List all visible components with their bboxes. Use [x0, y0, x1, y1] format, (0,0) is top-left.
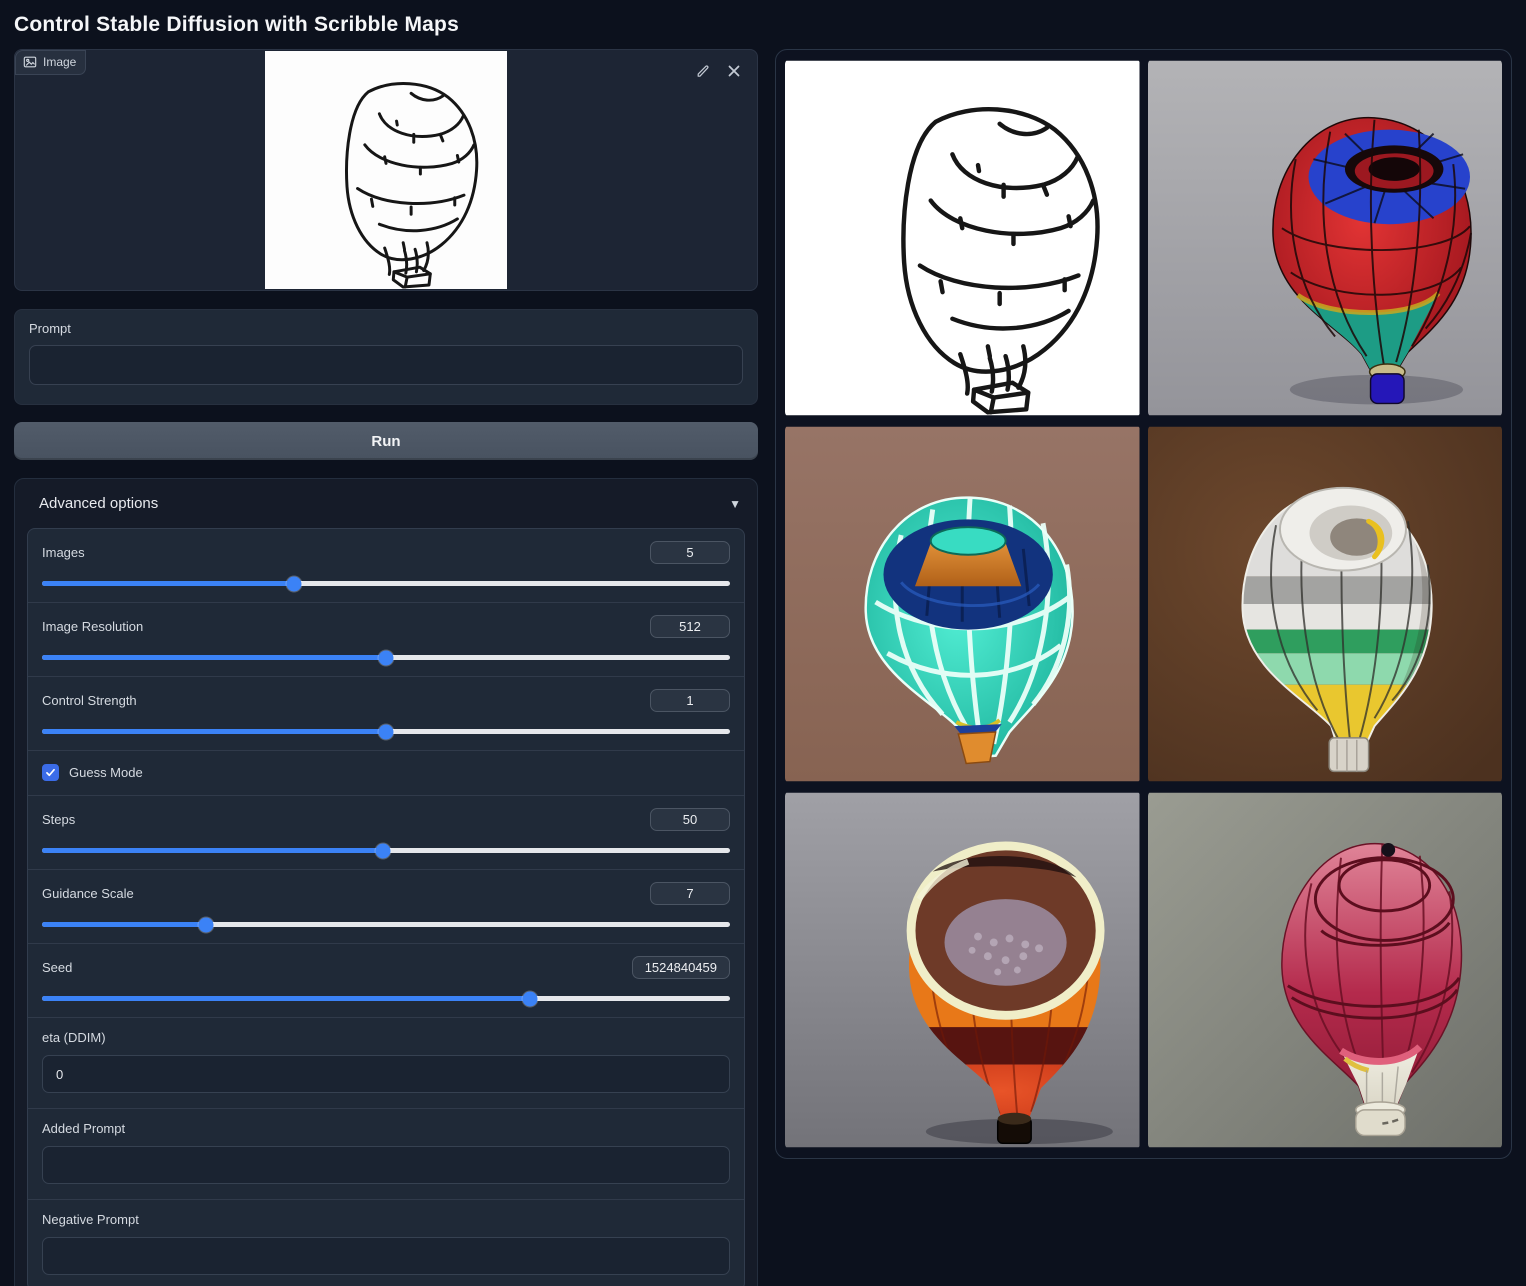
eta-ddim-row: eta (DDIM) [28, 1018, 744, 1109]
steps-slider-thumb[interactable] [375, 843, 391, 858]
gallery-item-scribble[interactable] [785, 59, 1140, 417]
image-resolution-value-input[interactable]: 512 [650, 615, 730, 638]
guess-mode-label: Guess Mode [69, 765, 143, 780]
control-strength-slider-thumb[interactable] [378, 724, 394, 739]
advanced-options-panel: Advanced options ▼ Images 5 Image Resolu… [14, 478, 758, 1286]
gallery-item-pink-balloon[interactable] [1147, 791, 1502, 1149]
prompt-block: Prompt [14, 309, 758, 405]
checkmark-icon [46, 768, 55, 777]
seed-label: Seed [42, 960, 73, 975]
images-value-input[interactable]: 5 [650, 541, 730, 564]
steps-slider[interactable] [42, 843, 730, 858]
gallery-item-white-green-balloon[interactable] [1147, 425, 1502, 783]
guidance-scale-slider-row: Guidance Scale 7 [28, 870, 744, 944]
images-slider[interactable] [42, 576, 730, 591]
guess-mode-checkbox[interactable] [42, 764, 59, 781]
seed-slider[interactable] [42, 991, 730, 1006]
edit-icon[interactable] [694, 62, 712, 80]
advanced-options-group: Images 5 Image Resolution 512 Control St… [27, 528, 745, 1286]
images-label: Images [42, 545, 85, 560]
controls-column: Image Prompt Run Advanced options ▼ Imag… [14, 49, 758, 1286]
gallery-item-orange-balloon[interactable] [785, 791, 1140, 1149]
image-label-text: Image [43, 55, 77, 69]
guess-mode-row: Guess Mode [28, 751, 744, 796]
image-resolution-slider-thumb[interactable] [378, 650, 394, 665]
steps-value-input[interactable]: 50 [650, 808, 730, 831]
images-slider-thumb[interactable] [286, 576, 302, 591]
added-prompt-row: Added Prompt [28, 1109, 744, 1200]
added-prompt-input[interactable] [42, 1146, 730, 1184]
added-prompt-label: Added Prompt [42, 1121, 126, 1136]
clear-icon[interactable] [725, 62, 743, 80]
image-resolution-slider[interactable] [42, 650, 730, 665]
image-component-label: Image [15, 50, 87, 75]
control-strength-label: Control Strength [42, 693, 137, 708]
page-title: Control Stable Diffusion with Scribble M… [14, 13, 459, 36]
image-resolution-label: Image Resolution [42, 619, 144, 634]
output-gallery [775, 49, 1512, 1159]
advanced-options-title: Advanced options [39, 495, 159, 512]
control-strength-slider-row: Control Strength 1 [28, 677, 744, 751]
seed-value-input[interactable]: 1524840459 [631, 956, 730, 979]
seed-slider-thumb[interactable] [522, 991, 538, 1006]
prompt-input[interactable] [29, 345, 743, 385]
prompt-label: Prompt [29, 321, 71, 336]
negative-prompt-label: Negative Prompt [42, 1212, 139, 1227]
guidance-scale-slider[interactable] [42, 917, 730, 932]
image-frame-icon [23, 56, 37, 68]
negative-prompt-input[interactable] [42, 1237, 730, 1275]
steps-label: Steps [42, 812, 76, 827]
run-button[interactable]: Run [14, 422, 758, 460]
control-strength-value-input[interactable]: 1 [650, 689, 730, 712]
guidance-scale-label: Guidance Scale [42, 886, 134, 901]
gallery-item-red-balloon[interactable] [1147, 59, 1502, 417]
collapse-arrow-icon[interactable]: ▼ [729, 497, 741, 511]
eta-ddim-label: eta (DDIM) [42, 1030, 106, 1045]
eta-ddim-input[interactable] [42, 1055, 730, 1093]
main-layout: Image Prompt Run Advanced options ▼ Imag… [0, 49, 1526, 1286]
images-slider-row: Images 5 [28, 529, 744, 603]
guidance-scale-value-input[interactable]: 7 [650, 882, 730, 905]
advanced-options-header[interactable]: Advanced options ▼ [27, 492, 745, 515]
steps-slider-row: Steps 50 [28, 796, 744, 870]
uploaded-scribble-image [265, 51, 507, 289]
negative-prompt-row: Negative Prompt [28, 1200, 744, 1286]
image-input-panel[interactable]: Image [14, 49, 758, 291]
control-strength-slider[interactable] [42, 724, 730, 739]
gallery-item-teal-balloon[interactable] [785, 425, 1140, 783]
guidance-scale-slider-thumb[interactable] [198, 917, 214, 932]
image-resolution-slider-row: Image Resolution 512 [28, 603, 744, 677]
seed-slider-row: Seed 1524840459 [28, 944, 744, 1018]
